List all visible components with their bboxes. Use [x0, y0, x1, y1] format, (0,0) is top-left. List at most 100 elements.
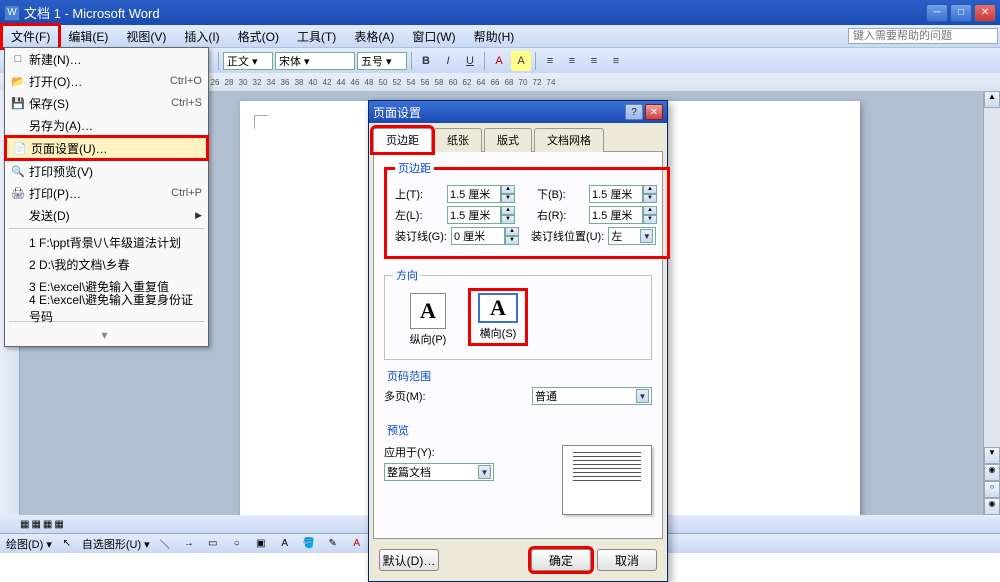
file-menu-recent-item[interactable]: 1 F:\ppt背景\八年级道法计划: [5, 231, 208, 253]
menu-edit[interactable]: 编辑(E): [59, 25, 117, 48]
fill-color-icon[interactable]: 🪣: [300, 536, 318, 552]
ruler-tick: 68: [502, 78, 516, 87]
font-size-combo[interactable]: 五号 ▾: [357, 52, 407, 70]
rectangle-icon[interactable]: ▭: [204, 536, 222, 552]
underline-icon[interactable]: U: [460, 51, 480, 71]
font-color2-icon[interactable]: A: [348, 536, 366, 552]
orientation-legend: 方向: [393, 267, 421, 283]
right-margin-input[interactable]: [589, 206, 643, 224]
browse-object-icon[interactable]: ○: [984, 481, 1000, 498]
top-margin-spinner[interactable]: ▲▼: [447, 185, 517, 203]
file-menu-item[interactable]: 发送(D)▶: [5, 204, 208, 226]
file-menu-item[interactable]: 🔍打印预览(V): [5, 160, 208, 182]
file-menu-item[interactable]: 另存为(A)…: [5, 114, 208, 136]
oval-icon[interactable]: ○: [228, 536, 246, 552]
menu-table[interactable]: 表格(A): [345, 25, 403, 48]
font-combo[interactable]: 宋体 ▾: [275, 52, 355, 70]
textbox-icon[interactable]: ▣: [252, 536, 270, 552]
recent-file-label: 4 E:\excel\避免输入重复身份证号码: [29, 291, 202, 325]
applyto-label: 应用于(Y):: [384, 444, 435, 460]
prev-page-icon[interactable]: ◉: [984, 464, 1000, 481]
normal-view-icon[interactable]: ▦: [20, 519, 29, 530]
multipage-combo[interactable]: 普通▼: [532, 387, 652, 405]
file-menu-item[interactable]: 📂打开(O)…Ctrl+O: [5, 70, 208, 92]
menu-tools[interactable]: 工具(T): [288, 25, 345, 48]
align-justify-icon[interactable]: ≡: [606, 51, 626, 71]
menu-item-icon: 🖨: [7, 184, 29, 202]
scroll-down-icon[interactable]: ▼: [984, 447, 1000, 464]
tab-grid[interactable]: 文档网格: [534, 128, 604, 152]
file-menu-item[interactable]: 📄页面设置(U)…: [4, 135, 209, 161]
tab-margins[interactable]: 页边距: [373, 128, 432, 152]
file-menu-recent-item[interactable]: 4 E:\excel\避免输入重复身份证号码: [5, 297, 208, 319]
right-margin-spinner[interactable]: ▲▼: [589, 206, 659, 224]
default-button[interactable]: 默认(D)…: [379, 549, 439, 571]
cancel-button[interactable]: 取消: [597, 549, 657, 571]
minimize-button[interactable]: ─: [926, 4, 948, 22]
align-right-icon[interactable]: ≡: [584, 51, 604, 71]
recent-file-label: 2 D:\我的文档\乡春: [29, 256, 202, 273]
applyto-combo[interactable]: 整篇文档▼: [384, 463, 494, 481]
top-margin-input[interactable]: [447, 185, 501, 203]
menu-item-label: 打印(P)…: [29, 185, 171, 202]
ruler-tick: 30: [236, 78, 250, 87]
draw-menu[interactable]: 绘图(D) ▾: [6, 536, 52, 552]
file-menu-item[interactable]: 💾保存(S)Ctrl+S: [5, 92, 208, 114]
vertical-scrollbar[interactable]: ▲ ▼ ◉ ○ ◉: [983, 91, 1000, 515]
file-menu-item[interactable]: 🖨打印(P)…Ctrl+P: [5, 182, 208, 204]
wordart-icon[interactable]: A: [276, 536, 294, 552]
gutter-spinner[interactable]: ▲▼: [451, 227, 521, 245]
highlight-icon[interactable]: A: [511, 51, 531, 71]
line-color-icon[interactable]: ✎: [324, 536, 342, 552]
print-view-icon[interactable]: ▦: [43, 519, 52, 530]
align-center-icon[interactable]: ≡: [562, 51, 582, 71]
font-color-icon[interactable]: A: [489, 51, 509, 71]
arrow-icon[interactable]: →: [180, 536, 198, 552]
maximize-button[interactable]: □: [950, 4, 972, 22]
next-page-icon[interactable]: ◉: [984, 498, 1000, 515]
scroll-up-icon[interactable]: ▲: [984, 91, 1000, 108]
italic-icon[interactable]: I: [438, 51, 458, 71]
dialog-help-button[interactable]: ?: [625, 104, 643, 120]
select-icon[interactable]: ↖: [58, 536, 76, 552]
landscape-button[interactable]: A 横向(S): [473, 293, 523, 341]
left-margin-input[interactable]: [447, 206, 501, 224]
ruler-tick: 34: [264, 78, 278, 87]
gutter-input[interactable]: [451, 227, 505, 245]
outline-view-icon[interactable]: ▦: [54, 519, 63, 530]
menu-window[interactable]: 窗口(W): [403, 25, 464, 48]
autoshapes-menu[interactable]: 自选图形(U) ▾: [82, 536, 150, 552]
file-menu-expand[interactable]: ▾: [5, 324, 208, 346]
close-button[interactable]: ✕: [974, 4, 996, 22]
dialog-titlebar[interactable]: 页面设置 ? ✕: [369, 101, 667, 123]
menu-format[interactable]: 格式(O): [229, 25, 288, 48]
ruler-tick: 32: [250, 78, 264, 87]
top-margin-label: 上(T):: [395, 186, 443, 202]
dialog-close-button[interactable]: ✕: [645, 104, 663, 120]
ruler-tick: 52: [390, 78, 404, 87]
tab-layout[interactable]: 版式: [484, 128, 532, 152]
bottom-margin-input[interactable]: [589, 185, 643, 203]
line-icon[interactable]: ＼: [156, 536, 174, 552]
menu-file[interactable]: 文件(F): [2, 25, 59, 48]
style-combo[interactable]: 正文 ▾: [223, 52, 273, 70]
file-menu-item[interactable]: □新建(N)…: [5, 48, 208, 70]
gutter-pos-combo[interactable]: 左▼: [608, 227, 656, 245]
help-search-input[interactable]: [848, 28, 998, 44]
preview-legend: 预览: [384, 422, 412, 438]
bold-icon[interactable]: B: [416, 51, 436, 71]
left-margin-spinner[interactable]: ▲▼: [447, 206, 517, 224]
tab-paper[interactable]: 纸张: [434, 128, 482, 152]
menu-view[interactable]: 视图(V): [117, 25, 175, 48]
file-menu-recent-item[interactable]: 2 D:\我的文档\乡春: [5, 253, 208, 275]
menu-insert[interactable]: 插入(I): [175, 25, 228, 48]
menu-help[interactable]: 帮助(H): [465, 25, 524, 48]
ok-button[interactable]: 确定: [531, 549, 591, 571]
web-view-icon[interactable]: ▦: [31, 519, 40, 530]
menu-item-label: 新建(N)…: [29, 51, 202, 68]
multipage-label: 多页(M):: [384, 388, 432, 404]
bottom-margin-spinner[interactable]: ▲▼: [589, 185, 659, 203]
margins-legend: 页边距: [395, 160, 434, 176]
portrait-button[interactable]: A 纵向(P): [403, 293, 453, 347]
align-left-icon[interactable]: ≡: [540, 51, 560, 71]
